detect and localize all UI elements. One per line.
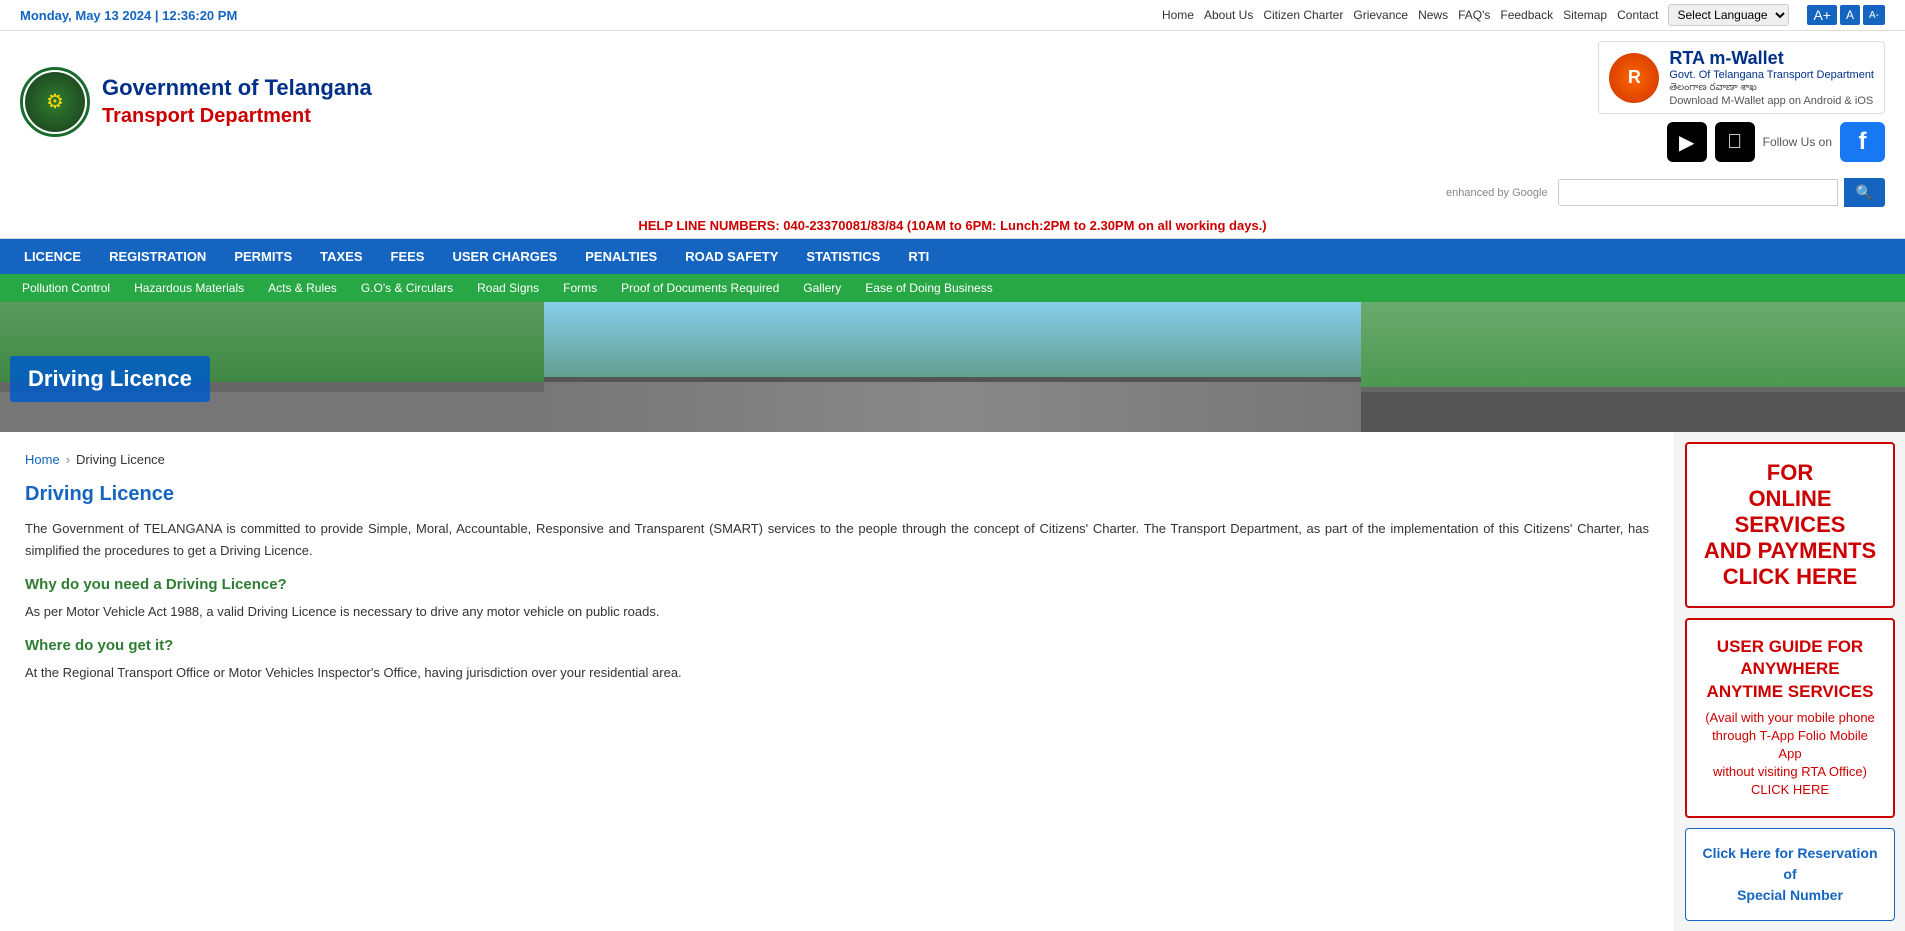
subnav-gos[interactable]: G.O's & Circulars <box>349 274 465 302</box>
hero-title: Driving Licence <box>28 366 192 391</box>
subheading-2: Where do you get it? <box>25 637 1649 654</box>
header-right: R RTA m-Wallet Govt. Of Telangana Transp… <box>1598 41 1885 162</box>
reservation-text: Click Here for Reservation of Special Nu… <box>1700 843 1880 906</box>
online-for-text: FOR <box>1703 460 1877 486</box>
app-store-button[interactable]:  <box>1715 122 1755 162</box>
gov-name: Government of Telangana <box>102 74 372 103</box>
gov-logo-inner: ⚙ <box>25 72 85 132</box>
datetime: Monday, May 13 2024 | 12:36:20 PM <box>20 8 237 23</box>
search-area: enhanced by Google 🔍 <box>0 172 1905 213</box>
nav-feedback[interactable]: Feedback <box>1500 8 1553 22</box>
nav-sitemap[interactable]: Sitemap <box>1563 8 1607 22</box>
subnav-gallery[interactable]: Gallery <box>791 274 853 302</box>
search-button[interactable]: 🔍 <box>1844 178 1885 207</box>
page-body: Home › Driving Licence Driving Licence T… <box>0 432 1905 931</box>
user-guide-sub: (Avail with your mobile phone through T-… <box>1703 709 1877 800</box>
hero-title-box: Driving Licence <box>10 356 210 402</box>
nav-user-charges[interactable]: USER CHARGES <box>438 239 571 274</box>
breadcrumb: Home › Driving Licence <box>25 452 1649 467</box>
mwallet-subtitle: Govt. Of Telangana Transport Department <box>1669 69 1874 81</box>
subnav-proof[interactable]: Proof of Documents Required <box>609 274 791 302</box>
hero-image-3 <box>1361 302 1905 432</box>
nav-permits[interactable]: PERMITS <box>220 239 306 274</box>
subnav-forms[interactable]: Forms <box>551 274 609 302</box>
gov-logo: ⚙ <box>20 67 90 137</box>
breadcrumb-separator: › <box>66 452 70 467</box>
top-bar: Monday, May 13 2024 | 12:36:20 PM Home A… <box>0 0 1905 31</box>
nav-fees[interactable]: FEES <box>377 239 439 274</box>
para-2: At the Regional Transport Office or Moto… <box>25 662 1649 684</box>
follow-text: Follow Us on <box>1763 135 1832 149</box>
nav-citizen[interactable]: Citizen Charter <box>1263 8 1343 22</box>
search-input[interactable] <box>1558 179 1838 206</box>
helpline-text: HELP LINE NUMBERS: 040-23370081/83/84 (1… <box>638 218 1266 233</box>
para-1: As per Motor Vehicle Act 1988, a valid D… <box>25 601 1649 623</box>
online-click-text: CLICK HERE <box>1703 564 1877 590</box>
mwallet-sub2: తెలంగాణ రవాణా శాఖ <box>1669 81 1874 95</box>
reservation-box[interactable]: Click Here for Reservation of Special Nu… <box>1685 828 1895 921</box>
nav-about[interactable]: About Us <box>1204 8 1253 22</box>
subnav-ease[interactable]: Ease of Doing Business <box>853 274 1004 302</box>
nav-taxes[interactable]: TAXES <box>306 239 376 274</box>
breadcrumb-current: Driving Licence <box>76 452 165 467</box>
subnav-pollution[interactable]: Pollution Control <box>10 274 122 302</box>
breadcrumb-home[interactable]: Home <box>25 452 60 467</box>
nav-news[interactable]: News <box>1418 8 1448 22</box>
font-size-controls: A+ A A- <box>1807 5 1885 25</box>
subnav-hazardous[interactable]: Hazardous Materials <box>122 274 256 302</box>
nav-contact[interactable]: Contact <box>1617 8 1658 22</box>
page-left: Home › Driving Licence Driving Licence T… <box>0 432 1675 931</box>
nav-home[interactable]: Home <box>1162 8 1194 22</box>
font-decrease-button[interactable]: A- <box>1863 5 1885 25</box>
mwallet-box: R RTA m-Wallet Govt. Of Telangana Transp… <box>1598 41 1885 114</box>
search-prefix: enhanced by Google <box>1446 187 1548 199</box>
nav-registration[interactable]: REGISTRATION <box>95 239 220 274</box>
user-guide-box[interactable]: USER GUIDE FOR ANYWHERE ANYTIME SERVICES… <box>1685 618 1895 817</box>
nav-statistics[interactable]: STATISTICS <box>792 239 894 274</box>
nav-road-safety[interactable]: ROAD SAFETY <box>671 239 792 274</box>
language-select[interactable]: Select Language <box>1668 4 1789 26</box>
logo-area: ⚙ Government of Telangana Transport Depa… <box>20 67 372 137</box>
top-nav: Home About Us Citizen Charter Grievance … <box>1162 4 1885 26</box>
intro-text: The Government of TELANGANA is committed… <box>25 518 1649 562</box>
site-title: Government of Telangana Transport Depart… <box>102 74 372 129</box>
mwallet-logo: R <box>1609 53 1659 103</box>
page-heading: Driving Licence <box>25 483 1649 506</box>
dept-name: Transport Department <box>102 103 372 129</box>
subheading-1: Why do you need a Driving Licence? <box>25 576 1649 593</box>
font-increase-button[interactable]: A+ <box>1807 5 1837 25</box>
user-guide-title: USER GUIDE FOR ANYWHERE ANYTIME SERVICES <box>1703 636 1877 702</box>
online-and-text: AND PAYMENTS <box>1703 538 1877 564</box>
main-navigation: LICENCE REGISTRATION PERMITS TAXES FEES … <box>0 239 1905 274</box>
app-buttons: ▶  Follow Us on f <box>1667 122 1885 162</box>
main-content: Driving Licence Home › Driving Licence D… <box>0 302 1905 931</box>
mwallet-download: Download M-Wallet app on Android & iOS <box>1669 95 1874 107</box>
font-normal-button[interactable]: A <box>1840 5 1860 25</box>
mwallet-text: RTA m-Wallet Govt. Of Telangana Transpor… <box>1669 48 1874 107</box>
nav-grievance[interactable]: Grievance <box>1353 8 1408 22</box>
page-right: FOR ONLINE SERVICES AND PAYMENTS CLICK H… <box>1675 432 1905 931</box>
nav-licence[interactable]: LICENCE <box>10 239 95 274</box>
hero-image-2 <box>544 302 1360 432</box>
nav-rti[interactable]: RTI <box>894 239 943 274</box>
nav-faq[interactable]: FAQ's <box>1458 8 1490 22</box>
content-wrapper: Driving Licence Home › Driving Licence D… <box>0 302 1905 931</box>
subnav-acts[interactable]: Acts & Rules <box>256 274 349 302</box>
nav-penalties[interactable]: PENALTIES <box>571 239 671 274</box>
header: ⚙ Government of Telangana Transport Depa… <box>0 31 1905 172</box>
helpline-bar: HELP LINE NUMBERS: 040-23370081/83/84 (1… <box>0 213 1905 239</box>
online-services-box[interactable]: FOR ONLINE SERVICES AND PAYMENTS CLICK H… <box>1685 442 1895 608</box>
online-services-text: ONLINE SERVICES <box>1703 486 1877 538</box>
subnav-road-signs[interactable]: Road Signs <box>465 274 551 302</box>
sub-navigation: Pollution Control Hazardous Materials Ac… <box>0 274 1905 302</box>
mwallet-title: RTA m-Wallet <box>1669 48 1874 69</box>
google-play-button[interactable]: ▶ <box>1667 122 1707 162</box>
facebook-button[interactable]: f <box>1840 122 1885 162</box>
hero-banner: Driving Licence <box>0 302 1905 432</box>
